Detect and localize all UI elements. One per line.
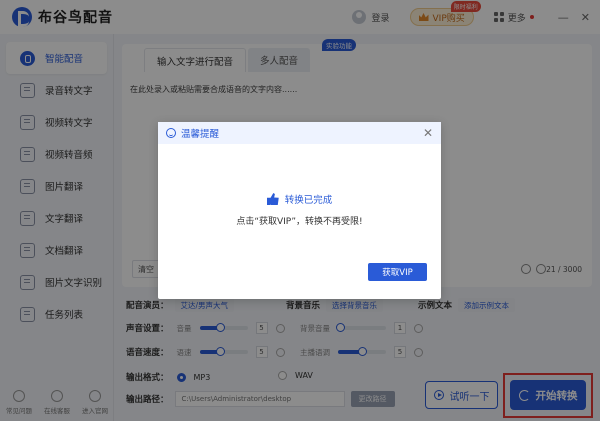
done-text: 转换已完成: [284, 195, 333, 206]
dialog-header: 温馨提醒 ✕: [158, 122, 441, 144]
dialog-message: 点击“获取VIP”，转换不再受限!: [236, 217, 363, 227]
close-icon[interactable]: ✕: [423, 126, 433, 140]
thumbs-up-icon: [266, 193, 279, 205]
reminder-dialog: 温馨提醒 ✕ 转换已完成 点击“获取VIP”，转换不再受限! 获取VIP: [158, 122, 441, 299]
conversion-done: 转换已完成: [158, 192, 441, 206]
dialog-title: 温馨提醒: [181, 129, 220, 140]
smile-icon: [166, 128, 176, 138]
get-vip-button[interactable]: 获取VIP: [368, 263, 427, 281]
